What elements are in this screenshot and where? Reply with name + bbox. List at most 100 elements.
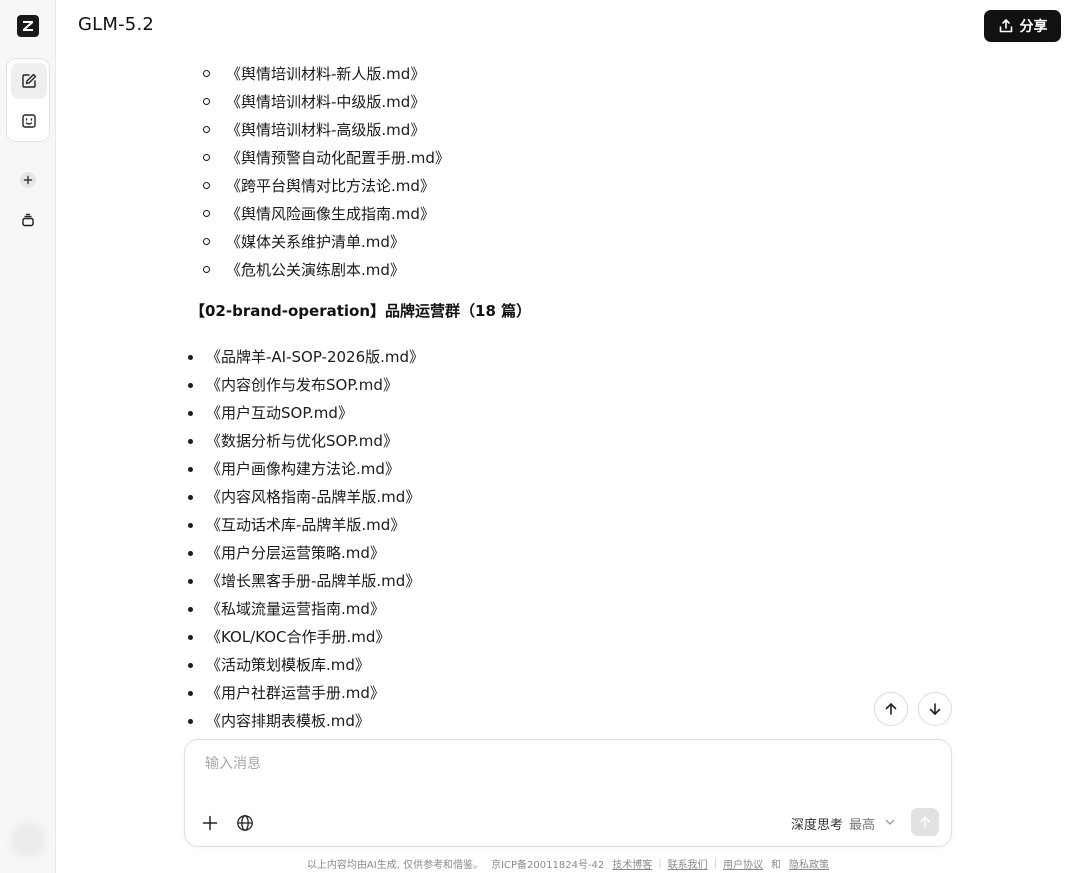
new-chat-button[interactable] <box>11 63 47 99</box>
footer-notice: 以上内容均由AI生成, 仅供参考和借鉴。 <box>306 859 484 871</box>
list-item-text: 《内容风格指南-品牌羊版.md》 <box>206 488 421 506</box>
list-item: 《数据分析与优化SOP.md》 <box>186 427 424 455</box>
stack-icon <box>22 213 34 227</box>
sidebar <box>0 0 56 873</box>
circle-bullet-icon <box>203 266 210 273</box>
plus-icon <box>202 815 218 831</box>
list-item-text: 《内容排期表模板.md》 <box>206 712 370 730</box>
bullet-icon <box>188 523 193 528</box>
main-list: 《品牌羊-AI-SOP-2026版.md》 《内容创作与发布SOP.md》 《用… <box>186 343 424 735</box>
add-button[interactable] <box>16 168 40 192</box>
circle-bullet-icon <box>203 238 210 245</box>
footer-divider: | <box>713 857 718 869</box>
chevron-down-icon[interactable] <box>883 815 897 829</box>
list-item: 《危机公关演练剧本.md》 <box>196 256 450 284</box>
list-item: 《舆情培训材料-中级版.md》 <box>196 88 450 116</box>
list-item: 《用户互动SOP.md》 <box>186 399 424 427</box>
list-item-text: 《私域流量运营指南.md》 <box>206 600 385 618</box>
list-item-text: 《舆情培训材料-中级版.md》 <box>226 93 426 111</box>
message-composer: 深度思考 最高 <box>184 739 952 847</box>
list-item: 《内容风格指南-品牌羊版.md》 <box>186 483 424 511</box>
send-button[interactable] <box>911 808 939 836</box>
arrow-up-icon <box>885 703 897 715</box>
arrow-up-icon <box>920 816 930 828</box>
upload-icon <box>999 19 1012 33</box>
app-root: GLM-5.2 分享 《舆情培训材料-新人版.md》 《舆情培训材料-中级版.m… <box>0 0 1080 873</box>
footer-icp[interactable]: 京ICP备20011824号-42 <box>491 856 604 871</box>
list-item-text: 《舆情培训材料-新人版.md》 <box>226 65 426 83</box>
list-item-text: 《互动话术库-品牌羊版.md》 <box>206 516 406 534</box>
bullet-icon <box>188 495 193 500</box>
section-heading: 【02-brand-operation】品牌运营群（18 篇） <box>190 302 532 320</box>
bullet-icon <box>188 355 193 360</box>
sidebar-tool-group <box>6 58 50 142</box>
list-item-text: 《跨平台舆情对比方法论.md》 <box>226 177 435 195</box>
circle-bullet-icon <box>203 126 210 133</box>
list-item: 《私域流量运营指南.md》 <box>186 595 424 623</box>
privacy-policy-link[interactable]: 隐私政策 <box>789 856 829 871</box>
scroll-up-button[interactable] <box>874 692 908 726</box>
bullet-icon <box>188 439 193 444</box>
list-item: 《舆情培训材料-高级版.md》 <box>196 116 450 144</box>
list-item: 《品牌羊-AI-SOP-2026版.md》 <box>186 343 424 371</box>
footer: 以上内容均由AI生成, 仅供参考和借鉴。 京ICP备20011824号-42 技… <box>0 856 1080 871</box>
bullet-icon <box>188 383 193 388</box>
robot-face-icon <box>22 114 36 128</box>
footer-and: 和 <box>771 859 782 871</box>
bullet-icon <box>188 663 193 668</box>
page-title: GLM-5.2 <box>78 14 155 35</box>
list-item-text: 《内容创作与发布SOP.md》 <box>206 376 398 394</box>
circle-bullet-icon <box>203 70 210 77</box>
scroll-down-button[interactable] <box>918 692 952 726</box>
list-item: 《舆情预警自动化配置手册.md》 <box>196 144 450 172</box>
globe-icon <box>237 815 253 831</box>
list-item: 《媒体关系维护清单.md》 <box>196 228 450 256</box>
list-item-text: 《KOL/KOC合作手册.md》 <box>206 628 391 646</box>
list-item-text: 《媒体关系维护清单.md》 <box>226 233 405 251</box>
agent-button[interactable] <box>11 103 47 139</box>
plus-circle-icon <box>20 172 36 188</box>
list-item: 《用户分层运营策略.md》 <box>186 539 424 567</box>
arrow-down-icon <box>929 703 941 715</box>
contact-link[interactable]: 联系我们 <box>668 856 708 871</box>
list-item-text: 《品牌羊-AI-SOP-2026版.md》 <box>206 348 425 366</box>
circle-bullet-icon <box>203 210 210 217</box>
web-search-button[interactable] <box>234 812 256 834</box>
bullet-icon <box>188 411 193 416</box>
list-item-text: 《用户社群运营手册.md》 <box>206 684 385 702</box>
list-item-text: 《用户分层运营策略.md》 <box>206 544 385 562</box>
bullet-icon <box>188 691 193 696</box>
list-item-text: 《舆情培训材料-高级版.md》 <box>226 121 426 139</box>
list-item: 《用户社群运营手册.md》 <box>186 679 424 707</box>
tech-blog-link[interactable]: 技术博客 <box>612 856 652 871</box>
list-item: 《KOL/KOC合作手册.md》 <box>186 623 424 651</box>
list-item-text: 《用户画像构建方法论.md》 <box>206 460 400 478</box>
bullet-icon <box>188 719 193 724</box>
circle-bullet-icon <box>203 182 210 189</box>
circle-bullet-icon <box>203 98 210 105</box>
library-button[interactable] <box>16 208 40 232</box>
share-label: 分享 <box>1019 19 1048 35</box>
bullet-icon <box>188 551 193 556</box>
edit-icon <box>22 73 37 88</box>
thinking-level-select[interactable]: 最高 <box>849 814 875 833</box>
list-item: 《增长黑客手册-品牌羊版.md》 <box>186 567 424 595</box>
bullet-icon <box>188 467 193 472</box>
list-item: 《舆情培训材料-新人版.md》 <box>196 60 450 88</box>
share-button[interactable]: 分享 <box>984 10 1061 42</box>
bullet-icon <box>188 607 193 612</box>
list-item-text: 《用户互动SOP.md》 <box>206 404 353 422</box>
list-item: 《舆情风险画像生成指南.md》 <box>196 200 450 228</box>
message-content: 《舆情培训材料-新人版.md》 《舆情培训材料-中级版.md》 《舆情培训材料-… <box>56 42 1080 742</box>
message-input[interactable] <box>205 752 925 776</box>
user-agreement-link[interactable]: 用户协议 <box>723 856 763 871</box>
list-item-text: 《增长黑客手册-品牌羊版.md》 <box>206 572 421 590</box>
list-item-text: 《舆情风险画像生成指南.md》 <box>226 205 435 223</box>
attach-button[interactable] <box>199 812 221 834</box>
list-item-text: 《舆情预警自动化配置手册.md》 <box>226 149 450 167</box>
list-item: 《互动话术库-品牌羊版.md》 <box>186 511 424 539</box>
avatar[interactable] <box>10 822 46 858</box>
logo-icon[interactable] <box>17 15 39 37</box>
deep-thinking-label[interactable]: 深度思考 <box>791 814 843 833</box>
footer-divider: | <box>658 857 662 869</box>
